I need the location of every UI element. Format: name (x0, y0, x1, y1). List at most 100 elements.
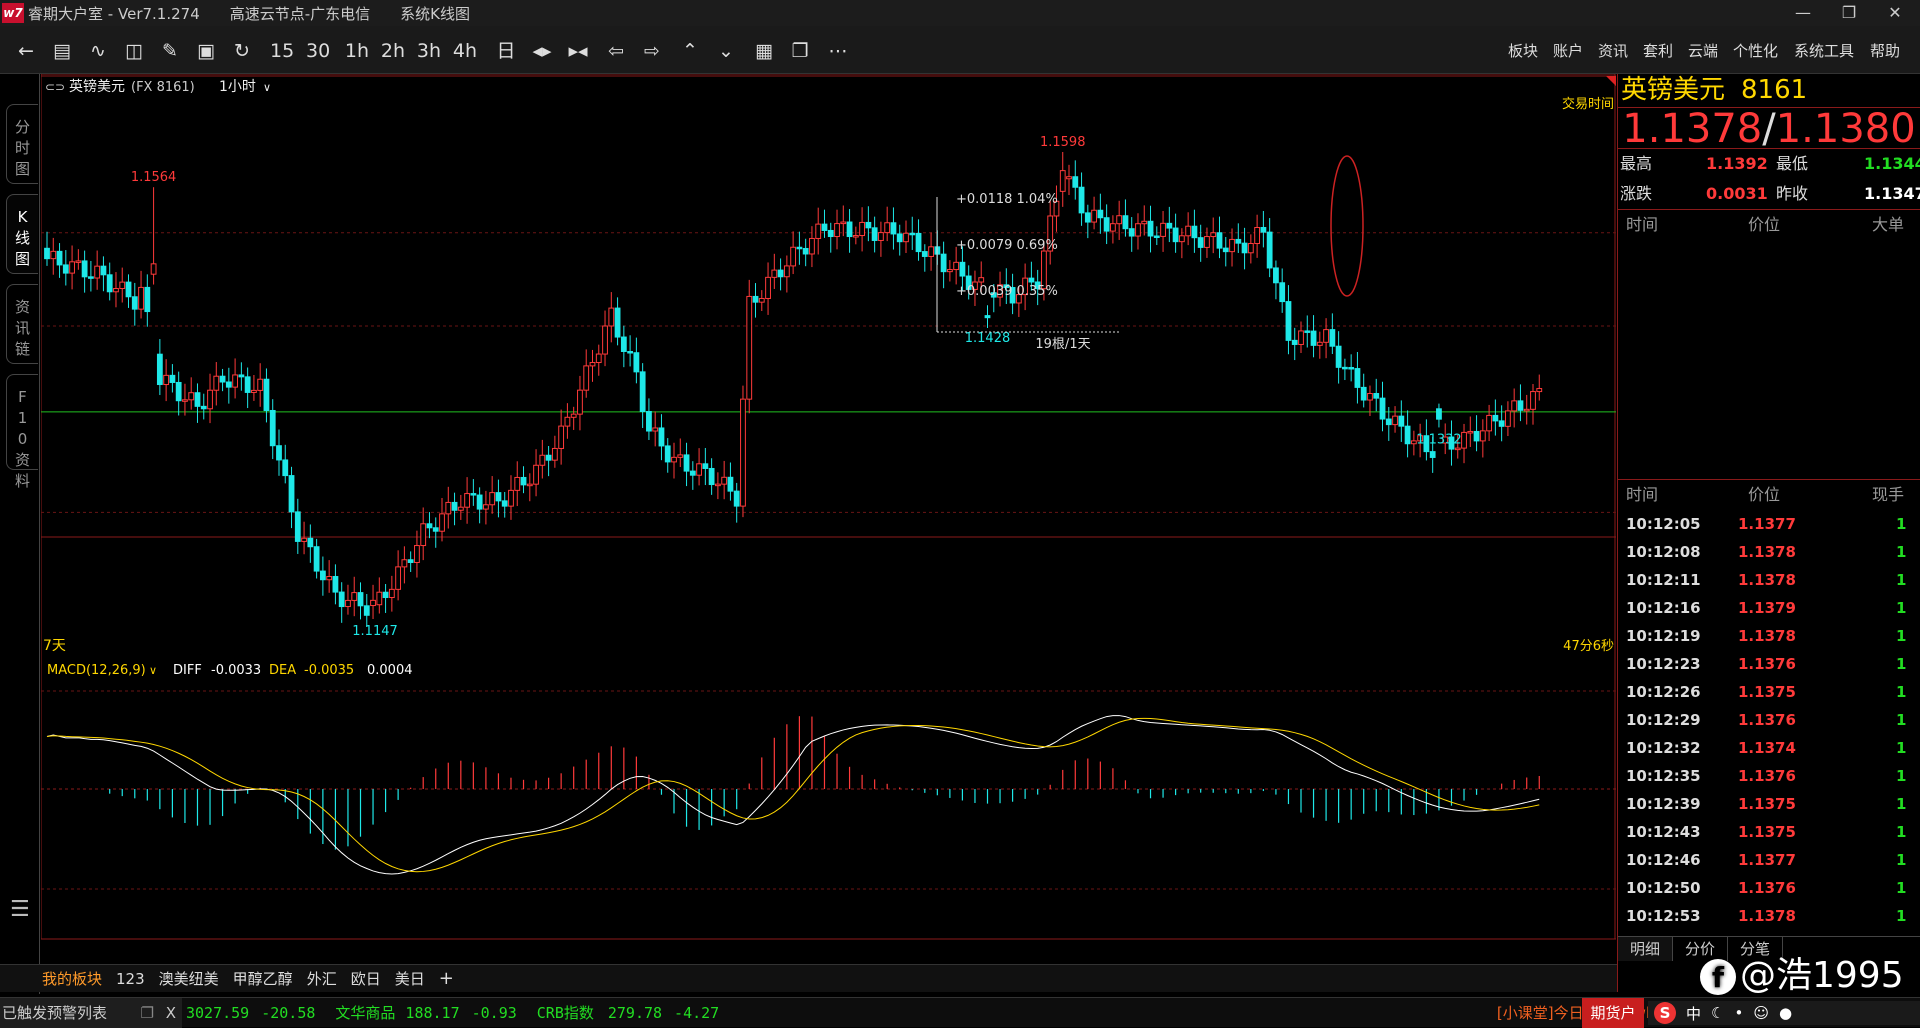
add-block-button[interactable]: + (439, 968, 454, 989)
candle-up (790, 246, 797, 267)
block-tab-methanol[interactable]: 甲醇乙醇 (233, 968, 293, 989)
index1-value: 3027.59 (186, 1003, 250, 1022)
futures-account-button[interactable]: 期货户 (1582, 998, 1644, 1028)
candle-down (1266, 231, 1273, 269)
scale-up-icon[interactable]: ⌃ (678, 39, 702, 63)
menu-news[interactable]: 资讯 (1598, 39, 1628, 63)
scale-down-icon[interactable]: ⌄ (714, 39, 738, 63)
tick-row[interactable]: 10:12:46 1.1377 1 (1618, 846, 1920, 874)
tab-timeshare[interactable]: 分时图 (6, 104, 38, 184)
candle-down (733, 490, 740, 507)
tick-row[interactable]: 10:12:08 1.1378 1 (1618, 538, 1920, 566)
refresh-icon[interactable]: ↻ (230, 39, 254, 63)
tick-row[interactable]: 10:12:35 1.1376 1 (1618, 762, 1920, 790)
period-4h-button[interactable]: 4h (452, 39, 478, 63)
period-1h-button[interactable]: 1h (344, 39, 370, 63)
punctuation-icon[interactable]: • (1734, 1004, 1743, 1022)
block-tab-123[interactable]: 123 (116, 970, 145, 988)
tick-volume: 1 (1896, 823, 1907, 841)
candle-up (595, 353, 602, 364)
tick-row[interactable]: 10:12:26 1.1375 1 (1618, 678, 1920, 706)
block-tab-forex[interactable]: 外汇 (307, 968, 337, 989)
close-icon[interactable]: ✕ (1870, 0, 1920, 26)
menu-cloud[interactable]: 云端 (1688, 39, 1718, 63)
tick-row[interactable]: 10:12:23 1.1376 1 (1618, 650, 1920, 678)
period-3h-button[interactable]: 3h (416, 39, 442, 63)
candle-up (539, 454, 546, 466)
ime-logo-icon[interactable]: S (1654, 1002, 1676, 1024)
tick-row[interactable]: 10:12:53 1.1378 1 (1618, 902, 1920, 930)
moon-icon[interactable]: ☾ (1711, 1004, 1724, 1022)
tick-row[interactable]: 10:12:50 1.1376 1 (1618, 874, 1920, 902)
back-arrow-icon[interactable]: ← (14, 39, 38, 63)
block-tab-audusd-nzdusd[interactable]: 澳美纽美 (159, 968, 219, 989)
menu-arbitrage[interactable]: 套利 (1643, 39, 1673, 63)
restore-icon[interactable]: ❐ (1824, 0, 1874, 26)
window-icon[interactable]: ❐ (788, 39, 812, 63)
line-chart-icon[interactable]: ∿ (86, 39, 110, 63)
candle-down (1260, 227, 1267, 233)
candle-down (501, 500, 508, 507)
zoom-in-icon[interactable]: ▸◂ (566, 39, 590, 63)
save-icon[interactable]: ▣ (194, 39, 218, 63)
measure-bars-label: 19根/1天 (1035, 337, 1090, 352)
tick-row[interactable]: 10:12:19 1.1378 1 (1618, 622, 1920, 650)
left-tab-strip: 分时图 K线图 资讯链 F10资料 ☰ (0, 74, 40, 994)
menu-system-tools[interactable]: 系统工具 (1794, 39, 1854, 63)
kline-chart[interactable]: ⊂⊃ 英镑美元 (FX 8161) 1小时 ∨ 交易时间 7天 47分6秒 1.1564 1.11… (41, 74, 1616, 940)
tick-row[interactable]: 10:12:05 1.1377 1 (1618, 510, 1920, 538)
tick-list[interactable]: 时间 价位 现手 10:12:05 1.1377 1 10:12:08 1.1378 1 1… (1618, 479, 1920, 930)
candle-down (495, 492, 502, 502)
move-right-icon[interactable]: ⇨ (640, 39, 664, 63)
tab-kline[interactable]: K线图 (6, 194, 38, 274)
tab-detail[interactable]: 明细 (1618, 937, 1674, 961)
minimize-icon[interactable]: — (1778, 0, 1828, 26)
tick-row[interactable]: 10:12:43 1.1375 1 (1618, 818, 1920, 846)
layout-icon[interactable]: ▦ (752, 39, 776, 63)
big-order-list[interactable]: 时间 价位 大单 (1618, 209, 1920, 479)
bar-countdown-label: 47分6秒 (1563, 639, 1614, 654)
emoji-icon[interactable]: ☺ (1753, 1004, 1769, 1022)
kline-chart-area[interactable]: ⊂⊃ 英镑美元 (FX 8161) 1小时 ∨ 交易时间 7天 47分6秒 1.1564 1.11… (41, 74, 1616, 940)
tick-row[interactable]: 10:12:29 1.1376 1 (1618, 706, 1920, 734)
period-2h-button[interactable]: 2h (380, 39, 406, 63)
draw-tool-icon[interactable]: ✎ (158, 39, 182, 63)
candle-down (219, 375, 226, 383)
block-tab-usdjpy[interactable]: 美日 (395, 968, 425, 989)
change-label: 涨跌 (1620, 184, 1653, 203)
tick-row[interactable]: 10:12:39 1.1375 1 (1618, 790, 1920, 818)
tab-news-chain[interactable]: 资讯链 (6, 284, 38, 364)
tick-time: 10:12:16 (1626, 599, 1701, 617)
candle-up (1505, 410, 1511, 427)
menu-blocks[interactable]: 板块 (1508, 39, 1538, 63)
alert-close-button[interactable]: X (166, 998, 176, 1028)
period-15-button[interactable]: 15 (270, 39, 294, 63)
menu-list-icon[interactable]: ☰ (10, 897, 30, 922)
candle-icon[interactable]: ◫ (122, 39, 146, 63)
tick-price: 1.1377 (1738, 515, 1796, 533)
list-icon[interactable]: ▤ (50, 39, 74, 63)
zoom-out-icon[interactable]: ◂▸ (530, 39, 554, 63)
period-day-button[interactable]: 日 (494, 39, 518, 63)
block-tab-eurjpy[interactable]: 欧日 (351, 968, 381, 989)
tab-f10[interactable]: F10资料 (6, 374, 38, 490)
menu-account[interactable]: 账户 (1553, 39, 1583, 63)
more-icon[interactable]: ⋯ (826, 39, 850, 63)
tick-row[interactable]: 10:12:11 1.1378 1 (1618, 566, 1920, 594)
ime-mode[interactable]: 中 (1686, 1003, 1701, 1024)
period-30-button[interactable]: 30 (306, 39, 330, 63)
alert-list-button[interactable]: 已触发预警列表 ❐ X (0, 997, 182, 1028)
candle-down (1222, 247, 1229, 253)
copy-icon[interactable]: ❐ (141, 998, 154, 1028)
tick-row[interactable]: 10:12:32 1.1374 1 (1618, 734, 1920, 762)
tick-row[interactable]: 10:12:16 1.1379 1 (1618, 594, 1920, 622)
move-left-icon[interactable]: ⇦ (604, 39, 628, 63)
candle-down (1473, 430, 1480, 442)
candle-down (890, 222, 897, 235)
tick-price: 1.1375 (1738, 823, 1796, 841)
menu-personalize[interactable]: 个性化 (1733, 39, 1778, 63)
mic-icon[interactable]: ● (1779, 1004, 1792, 1022)
block-tab-mine[interactable]: 我的板块 (42, 968, 102, 989)
candle-down (407, 559, 414, 563)
menu-help[interactable]: 帮助 (1870, 39, 1900, 63)
